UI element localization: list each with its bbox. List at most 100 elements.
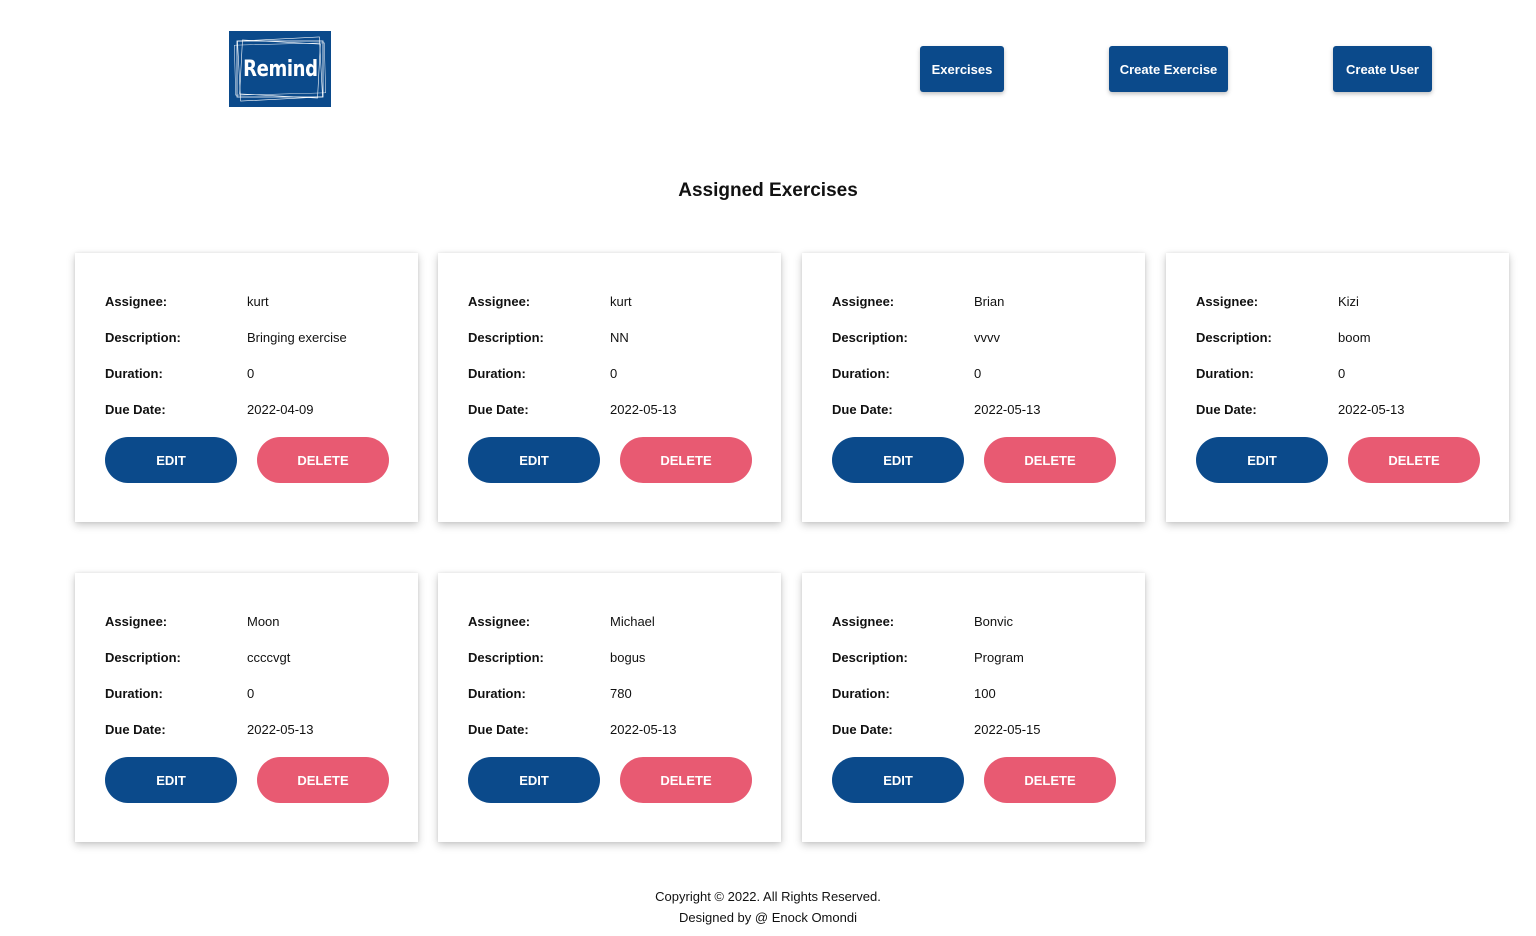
footer: Copyright © 2022. All Rights Reserved. D…: [0, 886, 1536, 928]
description-row: Description: vvvv: [832, 328, 1000, 346]
due-date-label: Due Date:: [468, 721, 529, 737]
description-label: Description:: [105, 329, 181, 345]
description-value: vvvv: [974, 329, 1000, 345]
remind-logo[interactable]: Remind: [229, 31, 331, 107]
duration-row: Duration: 0: [468, 364, 617, 382]
description-row: Description: Bringing exercise: [105, 328, 347, 346]
page-title: Assigned Exercises: [678, 180, 858, 201]
due-date-row: Due Date: 2022-04-09: [105, 400, 314, 418]
duration-row: Duration: 0: [105, 364, 254, 382]
create-exercise-nav-button[interactable]: Create Exercise: [1109, 46, 1228, 92]
description-value: ccccvgt: [247, 649, 291, 665]
delete-button[interactable]: DELETE: [620, 757, 752, 803]
due-date-value: 2022-05-13: [1338, 401, 1405, 417]
duration-value: 100: [974, 685, 996, 701]
duration-label: Duration:: [468, 365, 526, 381]
assignee-row: Assignee: Michael: [468, 612, 655, 630]
footer-copyright: Copyright © 2022. All Rights Reserved.: [655, 889, 881, 904]
assignee-row: Assignee: Moon: [105, 612, 280, 630]
assignee-value: Moon: [247, 613, 280, 629]
create-user-nav-button[interactable]: Create User: [1333, 46, 1432, 92]
description-value: Program: [974, 649, 1024, 665]
assignee-value: Michael: [610, 613, 655, 629]
delete-button[interactable]: DELETE: [984, 437, 1116, 483]
assignee-row: Assignee: Kizi: [1196, 292, 1359, 310]
description-value: Bringing exercise: [247, 329, 347, 345]
delete-button[interactable]: DELETE: [257, 437, 389, 483]
due-date-row: Due Date: 2022-05-15: [832, 720, 1041, 738]
duration-row: Duration: 0: [105, 684, 254, 702]
edit-button[interactable]: EDIT: [832, 437, 964, 483]
description-label: Description:: [105, 649, 181, 665]
edit-button[interactable]: EDIT: [832, 757, 964, 803]
edit-button[interactable]: EDIT: [105, 437, 237, 483]
due-date-value: 2022-05-15: [974, 721, 1041, 737]
due-date-row: Due Date: 2022-05-13: [468, 400, 677, 418]
due-date-label: Due Date:: [832, 721, 893, 737]
edit-button[interactable]: EDIT: [105, 757, 237, 803]
exercise-card: Assignee: Brian Description: vvvv Duration…: [802, 253, 1145, 522]
due-date-label: Due Date:: [1196, 401, 1257, 417]
assignee-label: Assignee:: [832, 293, 895, 309]
exercise-card: Assignee: kurt Description: Bringing exerc…: [75, 253, 418, 522]
duration-value: 780: [610, 685, 632, 701]
assignee-label: Assignee:: [832, 613, 895, 629]
duration-label: Duration:: [832, 685, 890, 701]
delete-button[interactable]: DELETE: [984, 757, 1116, 803]
page: Remind Exercises Create Exercise Create …: [0, 0, 1536, 936]
assignee-row: Assignee: kurt: [105, 292, 269, 310]
duration-label: Duration:: [1196, 365, 1254, 381]
delete-button[interactable]: DELETE: [257, 757, 389, 803]
assignee-row: Assignee: kurt: [468, 292, 632, 310]
description-label: Description:: [1196, 329, 1272, 345]
assignee-value: Kizi: [1338, 293, 1359, 309]
assignee-value: kurt: [610, 293, 632, 309]
duration-value: 0: [1338, 365, 1346, 381]
due-date-value: 2022-05-13: [610, 401, 677, 417]
logo-text: Remind: [242, 56, 318, 82]
due-date-row: Due Date: 2022-05-13: [105, 720, 314, 738]
description-value: bogus: [610, 649, 646, 665]
due-date-label: Due Date:: [468, 401, 529, 417]
delete-button[interactable]: DELETE: [1348, 437, 1480, 483]
due-date-row: Due Date: 2022-05-13: [1196, 400, 1405, 418]
assignee-label: Assignee:: [468, 613, 531, 629]
due-date-value: 2022-05-13: [610, 721, 677, 737]
duration-label: Duration:: [832, 365, 890, 381]
description-row: Description: bogus: [468, 648, 645, 666]
assignee-value: kurt: [247, 293, 269, 309]
due-date-label: Due Date:: [832, 401, 893, 417]
duration-value: 0: [247, 365, 255, 381]
description-label: Description:: [832, 329, 908, 345]
duration-value: 0: [247, 685, 255, 701]
duration-row: Duration: 0: [832, 364, 981, 382]
edit-button[interactable]: EDIT: [1196, 437, 1328, 483]
description-label: Description:: [832, 649, 908, 665]
description-label: Description:: [468, 649, 544, 665]
description-row: Description: NN: [468, 328, 629, 346]
description-label: Description:: [468, 329, 544, 345]
description-value: NN: [610, 329, 629, 345]
description-row: Description: ccccvgt: [105, 648, 290, 666]
exercises-nav-button[interactable]: Exercises: [920, 46, 1004, 92]
exercise-card: Assignee: Bonvic Description: Program Dura…: [802, 573, 1145, 842]
duration-value: 0: [974, 365, 982, 381]
duration-row: Duration: 0: [1196, 364, 1345, 382]
description-row: Description: boom: [1196, 328, 1371, 346]
exercise-card: Assignee: Moon Description: ccccvgt Durati…: [75, 573, 418, 842]
description-value: boom: [1338, 329, 1371, 345]
delete-button[interactable]: DELETE: [620, 437, 752, 483]
duration-label: Duration:: [105, 365, 163, 381]
duration-row: Duration: 100: [832, 684, 996, 702]
edit-button[interactable]: EDIT: [468, 437, 600, 483]
footer-designer: Designed by @ Enock Omondi: [679, 910, 857, 925]
assignee-label: Assignee:: [105, 613, 168, 629]
due-date-label: Due Date:: [105, 401, 166, 417]
assignee-label: Assignee:: [1196, 293, 1259, 309]
assignee-value: Brian: [974, 293, 1005, 309]
duration-value: 0: [610, 365, 618, 381]
assignee-label: Assignee:: [468, 293, 531, 309]
edit-button[interactable]: EDIT: [468, 757, 600, 803]
exercise-card: Assignee: Kizi Description: boom Duration:…: [1166, 253, 1509, 522]
exercise-card: Assignee: Michael Description: bogus Durat…: [438, 573, 781, 842]
